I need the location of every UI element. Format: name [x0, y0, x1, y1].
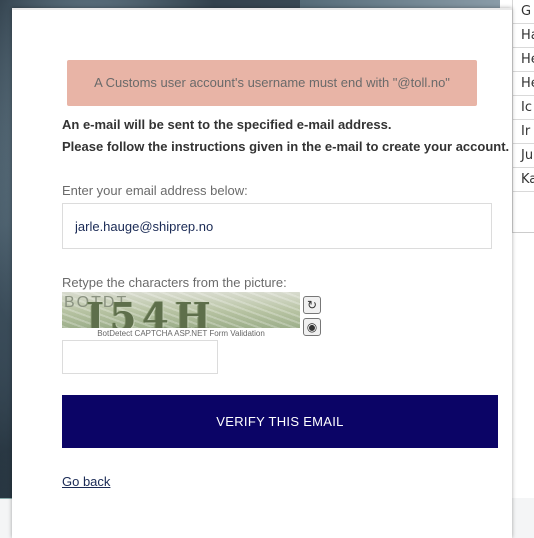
background-list: G Ha He He Ic Ir Ju Ka	[512, 0, 534, 233]
list-item[interactable]: Ic	[513, 96, 534, 120]
error-alert: A Customs user account's username must e…	[67, 60, 477, 106]
email-field[interactable]	[62, 203, 492, 249]
email-label: Enter your email address below:	[62, 183, 248, 198]
info-text: An e-mail will be sent to the specified …	[62, 114, 512, 158]
list-item[interactable]: Ju	[513, 144, 534, 168]
reload-icon[interactable]: ↻	[303, 296, 321, 314]
info-line: Please follow the instructions given in …	[62, 139, 510, 154]
list-item[interactable]: Ha	[513, 24, 534, 48]
captcha-input[interactable]	[62, 340, 218, 374]
list-item[interactable]: Ir	[513, 120, 534, 144]
verify-email-dialog: A Customs user account's username must e…	[12, 8, 512, 538]
list-item[interactable]: He	[513, 48, 534, 72]
captcha-image: BOTDT J54H BotDetect CAPTCHA ASP.NET For…	[62, 292, 300, 340]
info-line: An e-mail will be sent to the specified …	[62, 117, 392, 132]
list-item[interactable]: G	[513, 0, 534, 24]
sound-icon[interactable]: ◉	[303, 318, 321, 336]
verify-email-button[interactable]: VERIFY THIS EMAIL	[62, 395, 498, 448]
list-item[interactable]: Ka	[513, 168, 534, 192]
captcha-caption: BotDetect CAPTCHA ASP.NET Form Validatio…	[62, 328, 300, 340]
go-back-link[interactable]: Go back	[62, 474, 110, 489]
list-item[interactable]: He	[513, 72, 534, 96]
captcha-label: Retype the characters from the picture:	[62, 275, 287, 290]
dialog-top-border	[12, 8, 512, 10]
